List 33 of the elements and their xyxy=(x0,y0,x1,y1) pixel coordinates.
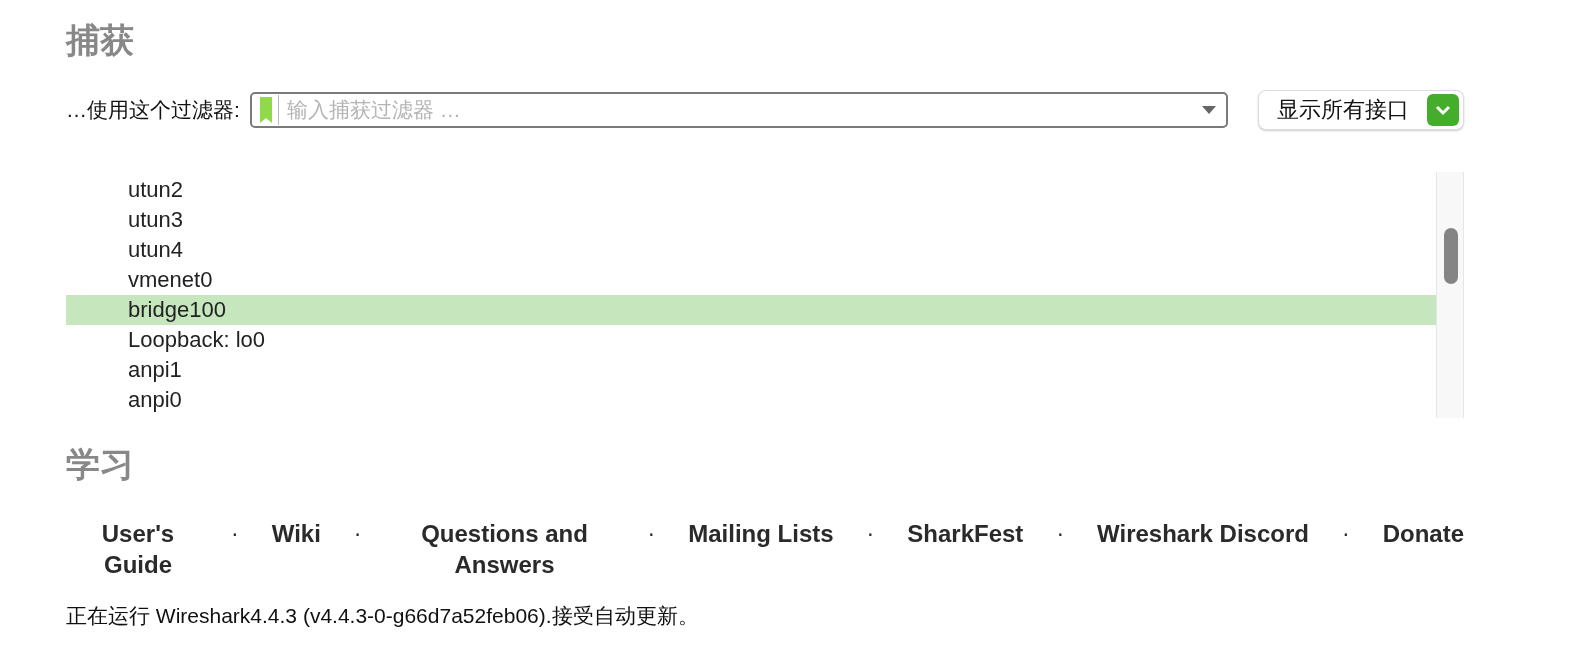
scrollbar[interactable] xyxy=(1436,172,1464,418)
bookmark-icon xyxy=(257,95,279,125)
interface-item[interactable]: utun2 xyxy=(66,175,1436,205)
separator: · xyxy=(353,519,362,548)
caret-icon xyxy=(1202,106,1216,114)
interface-item[interactable]: bridge100 xyxy=(66,295,1436,325)
section-heading: 捕获 xyxy=(66,20,135,61)
interface-dropdown[interactable]: 显示所有接口 xyxy=(1258,90,1464,130)
separator: · xyxy=(1056,519,1065,548)
learn-link[interactable]: Mailing Lists xyxy=(688,518,834,549)
scrollbar-thumb[interactable] xyxy=(1444,228,1458,284)
interface-item[interactable]: utun4 xyxy=(66,235,1436,265)
separator: · xyxy=(1341,519,1350,548)
chevron-icon xyxy=(1427,94,1459,126)
learn-link[interactable]: User's Guide xyxy=(78,518,198,580)
learn-link[interactable]: Wireshark Discord xyxy=(1097,518,1309,549)
separator: · xyxy=(866,519,875,548)
interface-item[interactable]: Loopback: lo0 xyxy=(66,325,1436,355)
filter-label: …使用这个过滤器: xyxy=(66,97,240,123)
version-text: 正在运行 Wireshark4.4.3 (v4.4.3-0-g66d7a52feb06).接受自动更新。 xyxy=(66,603,700,629)
interface-item[interactable]: vmenet0 xyxy=(66,265,1436,295)
filter-input[interactable]: 输入捕获过滤器 … xyxy=(284,97,1202,123)
separator: · xyxy=(647,519,656,548)
section-heading: 学习 xyxy=(66,444,135,485)
interface-item[interactable]: anpi1 xyxy=(66,355,1436,385)
separator: · xyxy=(231,519,239,548)
learn-link[interactable]: Questions and Answers xyxy=(394,518,615,580)
learn-link[interactable]: Donate xyxy=(1382,518,1464,549)
interface-item[interactable]: utun3 xyxy=(66,205,1436,235)
learn-link[interactable]: SharkFest xyxy=(907,518,1024,549)
learn-link[interactable]: Wiki xyxy=(271,518,321,549)
filter-combobox[interactable]: 输入捕获过滤器 … xyxy=(249,92,1228,128)
interface-item[interactable]: anpi0 xyxy=(66,385,1436,415)
